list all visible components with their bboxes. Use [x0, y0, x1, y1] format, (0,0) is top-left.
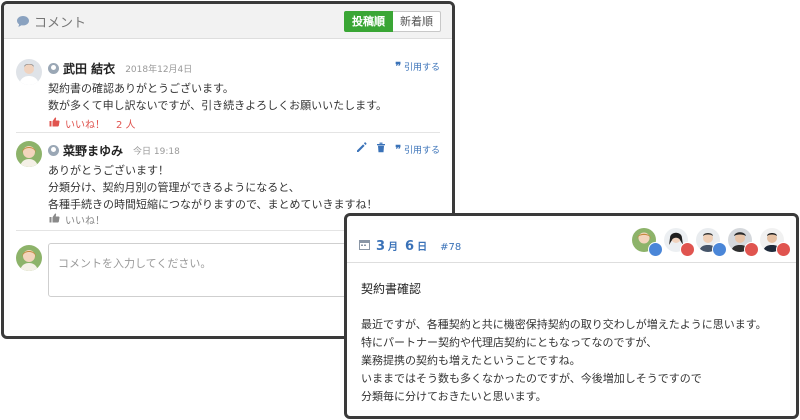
memo-month: 3: [376, 239, 386, 254]
memo-line: 業務提携の契約も増えたということですね。: [361, 354, 581, 367]
quote-icon: ❞: [395, 60, 402, 73]
hand-icon: [712, 242, 727, 257]
reaction-avatar[interactable]: [760, 228, 791, 257]
memo-title: 契約書確認: [361, 282, 422, 296]
memo-month-unit: 月: [388, 242, 399, 253]
like-button[interactable]: いいね！ 2 人: [49, 116, 136, 131]
reaction-avatar[interactable]: [728, 228, 759, 257]
comment-header: コメント 投稿順 新着順: [4, 4, 452, 39]
comment-line: 契約書の確認ありがとうございます。: [48, 82, 234, 95]
reaction-avatars: [632, 228, 791, 257]
comment-title-text: コメント: [34, 16, 87, 31]
reaction-avatar[interactable]: [696, 228, 727, 257]
comment-body: 契約書の確認ありがとうございます。 数が多くて申し訳ないですが、引き続きよろしく…: [48, 80, 387, 114]
comment-author[interactable]: 武田 結衣: [63, 60, 115, 77]
comment-body: ありがとうございます！ 分類分け、契約月別の管理ができるようになると、 各種手続…: [48, 162, 378, 213]
user-role-icon: [48, 63, 59, 74]
user-role-icon: [48, 145, 59, 156]
current-user-avatar: [16, 245, 42, 271]
memo-number[interactable]: #78: [440, 242, 461, 253]
thumbs-up-icon: [744, 242, 759, 257]
like-count[interactable]: 2 人: [116, 116, 136, 131]
comment-date: 今日 19:18: [133, 147, 180, 157]
memo-date: 3 月 6 日 #78: [359, 235, 461, 254]
memo-day: 6: [405, 239, 415, 254]
comment-meta: 菜野まゆみ 今日 19:18: [48, 142, 180, 159]
memo-day-unit: 日: [417, 242, 428, 253]
comment-line: 各種手続きの時間短縮につながりますので、まとめていきますね！: [48, 198, 378, 211]
calendar-icon: [359, 235, 370, 254]
thumbs-up-icon: [49, 117, 60, 130]
avatar[interactable]: [16, 141, 42, 167]
sort-toggle: 投稿順 新着順: [344, 11, 441, 32]
comment-line: ありがとうございます！: [48, 164, 169, 177]
comment-line: 分類分け、契約月別の管理ができるようになると、: [48, 181, 300, 194]
trash-icon[interactable]: [376, 142, 386, 156]
comment-actions: ❞ 引用する: [395, 60, 440, 73]
comment-actions: ❞ 引用する: [356, 142, 440, 156]
quote-label: 引用する: [403, 63, 440, 73]
memo-line: 最近ですが、各種契約と共に機密保持契約の取り交わしが増えたように思います。: [361, 318, 767, 331]
divider: [16, 132, 440, 133]
thumbs-up-icon: [680, 242, 695, 257]
memo-line: 特にパートナー契約や代理店契約にともなってなのですが、: [361, 336, 658, 349]
avatar[interactable]: [16, 59, 42, 85]
memo-body: 最近ですが、各種契約と共に機密保持契約の取り交わしが増えたように思います。 特に…: [361, 316, 767, 406]
comment-author[interactable]: 菜野まゆみ: [63, 142, 123, 159]
sort-post-order-button[interactable]: 投稿順: [344, 11, 393, 32]
reaction-avatar[interactable]: [664, 228, 695, 257]
edit-icon[interactable]: [356, 142, 367, 156]
comment-item: 武田 結衣 2018年12月4日 ❞ 引用する 契約書の確認ありがとうございます…: [16, 59, 440, 131]
memo-header: 3 月 6 日 #78: [347, 216, 796, 263]
thumbs-up-icon: [49, 213, 60, 226]
quote-button[interactable]: ❞ 引用する: [395, 143, 440, 156]
quote-icon: ❞: [395, 142, 402, 156]
reaction-avatar[interactable]: [632, 228, 663, 257]
memo-line: 分類毎に分けておきたいと思います。: [361, 390, 547, 403]
quote-button[interactable]: ❞ 引用する: [395, 60, 440, 73]
sort-newest-button[interactable]: 新着順: [393, 11, 441, 32]
thumbs-up-icon: [776, 242, 791, 257]
speech-bubble-icon: [16, 15, 30, 28]
like-button[interactable]: いいね！: [49, 212, 105, 227]
like-label: いいね！: [65, 216, 105, 227]
memo-line: いままではそう数も多くなかったのですが、今後増加しそうですので: [361, 372, 702, 385]
comment-date: 2018年12月4日: [125, 65, 193, 75]
like-label: いいね！: [65, 120, 105, 131]
comment-meta: 武田 結衣 2018年12月4日: [48, 60, 192, 77]
comment-input-placeholder: コメントを入力してください。: [58, 257, 212, 270]
memo-panel: 3 月 6 日 #78 契約書確認 最近ですが、各種契約と共に機密保持契約の取り…: [344, 213, 799, 419]
comment-line: 数が多くて申し訳ないですが、引き続きよろしくお願いいたします。: [48, 99, 388, 112]
hand-icon: [648, 242, 663, 257]
comment-title: コメント: [16, 12, 86, 31]
quote-label: 引用する: [403, 145, 440, 156]
